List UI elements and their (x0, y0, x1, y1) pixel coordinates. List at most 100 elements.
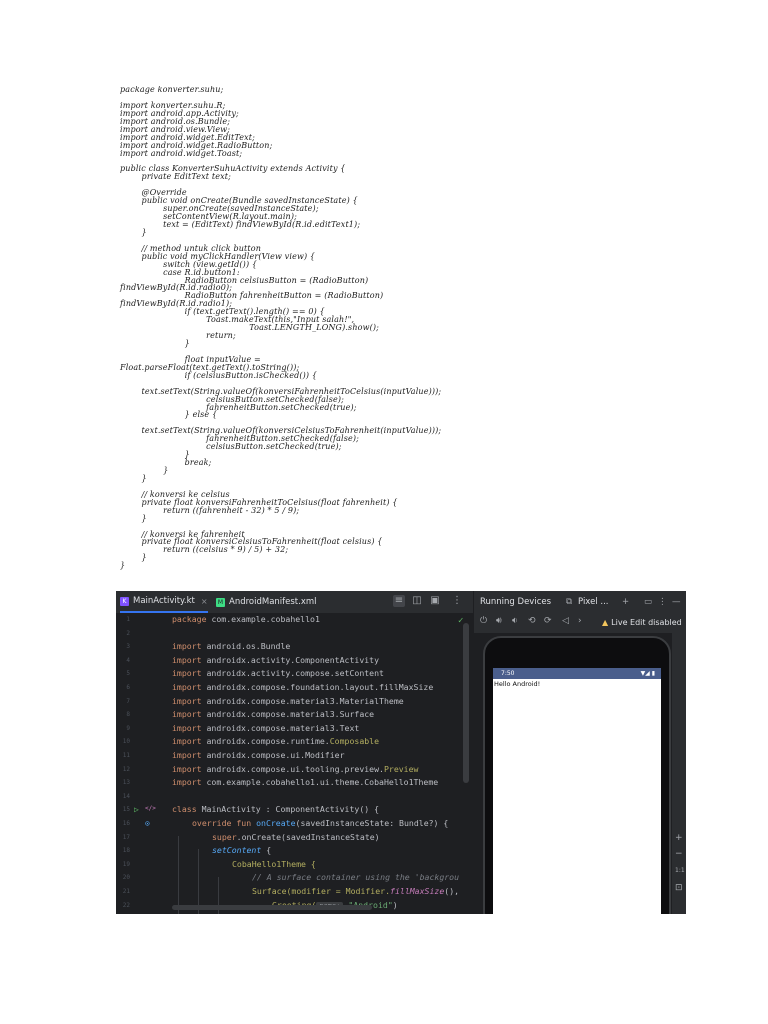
phone-screen[interactable]: 7:50 ▼◢ ▮ Hello Android! (493, 668, 661, 914)
printed-code-line: text = (EditText) findViewById(R.id.edit… (120, 219, 361, 229)
split-view-icon[interactable]: ◫ (411, 595, 423, 607)
greeting-text: Hello Android! (494, 680, 541, 688)
volume-down-icon[interactable]: 🔉︎ (512, 616, 518, 626)
status-time: 7:50 (501, 670, 515, 677)
window-options-icon[interactable]: ▭ (644, 591, 652, 613)
zoom-out-icon[interactable]: − (675, 849, 683, 859)
printed-code-line: } else { (120, 410, 218, 420)
printed-code-line: return ((celsius * 9) / 5) + 32; (120, 545, 289, 555)
run-class-icon[interactable]: ▷ (134, 805, 139, 814)
close-icon[interactable]: × (201, 597, 208, 606)
compose-icon[interactable]: </> (145, 805, 156, 812)
line-number: 9 (126, 724, 130, 732)
live-edit-status[interactable]: ▲ Live Edit disabled (602, 613, 682, 633)
code-area[interactable]: package com.example.cobahello1 import an… (172, 613, 462, 914)
warning-icon: ▲ (602, 618, 609, 627)
status-icons: ▼◢ ▮ (640, 670, 655, 677)
printed-code-listing: package konverter.suhu; import konverter.… (120, 86, 441, 570)
device-side-toolbar: + − 1:1 ⊡ (672, 633, 686, 914)
fit-screen-icon[interactable]: ⊡ (675, 883, 683, 893)
line-number: 8 (126, 711, 130, 719)
code-line-21: Surface(modifier = Modifier.fillMaxSize(… (252, 886, 460, 896)
code-view-icon[interactable]: ≡ (393, 595, 405, 607)
printed-code-line: } (120, 513, 147, 523)
code-line-1: package com.example.cobahello1 (172, 614, 320, 624)
design-view-icon[interactable]: ▣ (429, 595, 441, 607)
code-line-20: // A surface container using the 'backgr… (252, 872, 460, 883)
running-devices-panel: Running Devices ⧉ Pixel ... + ▭ ⋮ — ⏻ 🔊︎… (473, 591, 686, 914)
vertical-scrollbar[interactable] (463, 623, 469, 783)
line-number-gutter: 1 2 3 4 5 6 7 8 9 10 11 12 13 14 15 16 17 18 19 20 21 22 ▷ </> ⊙ (116, 613, 168, 914)
rotate-left-icon[interactable]: ⟲ (528, 616, 536, 626)
back-icon[interactable]: ◁ (562, 616, 569, 626)
line-number: 6 (126, 684, 130, 691)
line-number: 14 (122, 792, 130, 800)
printed-code-line: } (120, 473, 147, 483)
line-number: 18 (122, 847, 130, 855)
indent-guide (178, 836, 179, 914)
zoom-in-icon[interactable]: + (675, 833, 683, 843)
power-icon[interactable]: ⏻ (480, 616, 487, 626)
printed-code-line: private EditText text; (120, 172, 231, 182)
line-number: 2 (126, 629, 130, 637)
tab-label: AndroidManifest.xml (229, 597, 317, 607)
printed-code-line: package konverter.suhu; (120, 86, 224, 94)
tab-device-pixel[interactable]: Pixel ... (578, 591, 608, 613)
printed-code-line: } (120, 339, 190, 348)
code-line-12: import androidx.compose.ui.tooling.previ… (172, 763, 419, 774)
device-tab-icon: ⧉ (566, 597, 573, 607)
line-number: 19 (122, 860, 130, 868)
manifest-file-icon: M (216, 597, 225, 607)
code-line-11: import androidx.compose.ui.Modifier (172, 750, 345, 760)
line-number: 5 (126, 670, 130, 678)
line-number: 21 (122, 888, 130, 895)
forward-icon[interactable]: › (578, 616, 582, 626)
code-line-9: import androidx.compose.material3.Text (172, 722, 360, 733)
code-line-15: class MainActivity : ComponentActivity()… (172, 804, 380, 815)
minimize-icon[interactable]: — (672, 591, 681, 613)
code-line-4: import androidx.activity.ComponentActivi… (172, 654, 380, 665)
more-options-icon[interactable]: ⋮ (658, 591, 667, 613)
line-number: 11 (122, 752, 130, 759)
code-line-3: import android.os.Bundle (172, 641, 291, 652)
volume-up-icon[interactable]: 🔊︎ (496, 616, 502, 626)
rotate-right-icon[interactable]: ⟳ (544, 616, 552, 626)
tab-androidmanifest[interactable]: M AndroidManifest.xml (216, 591, 317, 613)
line-number: 7 (126, 697, 130, 705)
printed-code-line: return ((fahrenheit - 32) * 5 / 9); (120, 505, 300, 515)
add-device-icon[interactable]: + (622, 591, 629, 613)
line-number: 3 (126, 643, 130, 651)
tab-mainactivity[interactable]: K MainActivity.kt × (120, 591, 208, 613)
override-icon[interactable]: ⊙ (145, 819, 150, 828)
line-number: 16 (122, 820, 130, 827)
kotlin-file-icon: K (120, 596, 129, 606)
code-line-16: override fun onCreate(savedInstanceState… (192, 818, 449, 828)
line-number: 20 (122, 874, 130, 882)
printed-code-line: if (celsiusButton.isChecked()) { (120, 370, 318, 380)
code-line-17: super.onCreate(savedInstanceState) (212, 831, 380, 842)
line-number: 12 (122, 765, 130, 773)
printed-code-line: import android.widget.Toast; (120, 148, 243, 158)
code-line-19: CobaHello1Theme { (232, 858, 316, 869)
horizontal-scrollbar[interactable] (172, 905, 372, 910)
phone-frame: 7:50 ▼◢ ▮ Hello Android! (483, 636, 671, 914)
running-devices-title: Running Devices (480, 597, 552, 607)
code-editor: K MainActivity.kt × M AndroidManifest.xm… (116, 591, 473, 914)
code-line-6: import androidx.compose.foundation.layou… (172, 682, 434, 692)
device-display-area: 7:50 ▼◢ ▮ Hello Android! (474, 633, 672, 914)
printed-code-line: } (120, 561, 126, 571)
printed-code-line: break; (120, 458, 212, 468)
line-number: 10 (122, 738, 130, 746)
code-line-5: import androidx.activity.compose.setCont… (172, 668, 384, 679)
line-number: 13 (122, 779, 130, 787)
zoom-actual-size[interactable]: 1:1 (675, 867, 685, 874)
code-line-7: import androidx.compose.material3.Materi… (172, 695, 404, 706)
code-line-10: import androidx.compose.runtime.Composab… (172, 736, 380, 747)
line-number: 17 (122, 833, 130, 841)
phone-status-bar: 7:50 ▼◢ ▮ (493, 668, 661, 679)
code-line-8: import androidx.compose.material3.Surfac… (172, 709, 375, 720)
line-number: 15 (122, 806, 130, 814)
tab-label: MainActivity.kt (133, 596, 195, 606)
more-options-icon[interactable]: ⋮ (451, 595, 463, 607)
code-line-18: setContent { (212, 845, 272, 856)
